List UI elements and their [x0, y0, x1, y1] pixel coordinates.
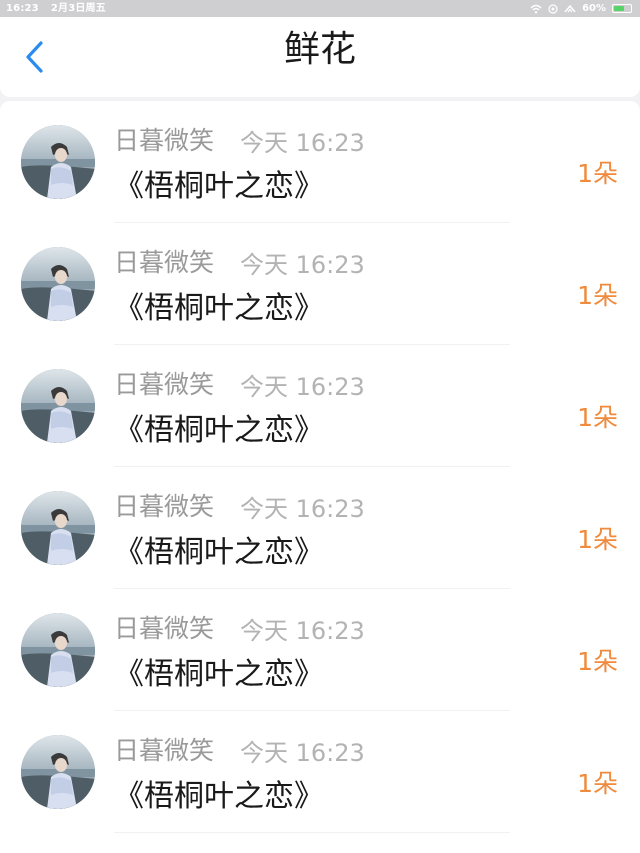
- gift-count: 1朵: [577, 159, 618, 188]
- user-name: 日暮微笑: [114, 370, 215, 399]
- user-name: 日暮微笑: [114, 126, 215, 155]
- gift-list: 日暮微笑 今天 16:23 《梧桐叶之恋》 1朵 日暮微笑 今天 16:23 《梧桐叶之恋》…: [0, 101, 640, 853]
- gift-name: 《梧桐叶之恋》: [114, 535, 324, 570]
- nav-bar: 鲜花: [0, 17, 640, 97]
- gift-count: 1朵: [577, 769, 618, 798]
- gift-count: 1朵: [577, 403, 618, 432]
- gift-count: 1朵: [577, 281, 618, 310]
- user-name: 日暮微笑: [114, 492, 215, 521]
- gift-name: 《梧桐叶之恋》: [114, 657, 324, 692]
- user-name: 日暮微笑: [114, 736, 215, 765]
- list-item[interactable]: 日暮微笑 今天 16:23 《梧桐叶之恋》 1朵: [0, 467, 640, 589]
- timestamp: 今天 16:23: [240, 617, 365, 645]
- timestamp: 今天 16:23: [240, 739, 365, 767]
- gift-name: 《梧桐叶之恋》: [114, 169, 324, 204]
- list-item[interactable]: 日暮微笑 今天 16:23 《梧桐叶之恋》 1朵: [0, 101, 640, 223]
- list-item[interactable]: 日暮微笑 今天 16:23 《梧桐叶之恋》 1朵: [0, 589, 640, 711]
- avatar[interactable]: [21, 369, 95, 443]
- divider: [114, 832, 510, 833]
- timestamp: 今天 16:23: [240, 129, 365, 157]
- gift-name: 《梧桐叶之恋》: [114, 779, 324, 814]
- avatar[interactable]: [21, 735, 95, 809]
- avatar[interactable]: [21, 491, 95, 565]
- list-item[interactable]: 日暮微笑 今天 16:23 《梧桐叶之恋》 1朵: [0, 223, 640, 345]
- page-title: 鲜花: [283, 29, 356, 70]
- timestamp: 今天 16:23: [240, 251, 365, 279]
- gift-count: 1朵: [577, 525, 618, 554]
- gift-name: 《梧桐叶之恋》: [114, 291, 324, 326]
- avatar[interactable]: [21, 613, 95, 687]
- gift-name: 《梧桐叶之恋》: [114, 413, 324, 448]
- avatar[interactable]: [21, 125, 95, 199]
- list-item[interactable]: 日暮微笑 今天 16:23 《梧桐叶之恋》 1朵: [0, 345, 640, 467]
- user-name: 日暮微笑: [114, 614, 215, 643]
- list-item[interactable]: 日暮微笑 今天 16:23 《梧桐叶之恋》 1朵: [0, 711, 640, 833]
- timestamp: 今天 16:23: [240, 495, 365, 523]
- avatar[interactable]: [21, 247, 95, 321]
- user-name: 日暮微笑: [114, 248, 215, 277]
- timestamp: 今天 16:23: [240, 373, 365, 401]
- gift-count: 1朵: [577, 647, 618, 676]
